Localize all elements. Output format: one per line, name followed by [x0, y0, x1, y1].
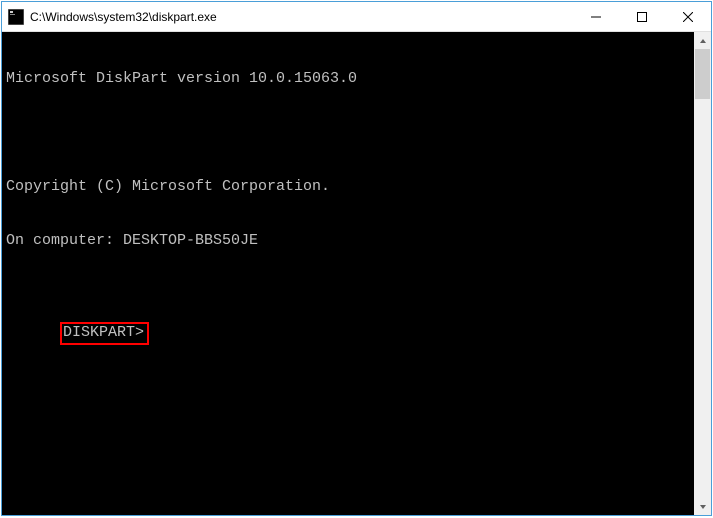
app-icon	[8, 9, 24, 25]
window-title: C:\Windows\system32\diskpart.exe	[30, 10, 573, 24]
console-line: Copyright (C) Microsoft Corporation.	[6, 178, 690, 196]
console-prompt: DISKPART>	[60, 322, 149, 345]
prompt-wrapper: DISKPART>	[60, 322, 162, 345]
console-line: On computer: DESKTOP-BBS50JE	[6, 232, 690, 250]
console-blank	[6, 286, 690, 304]
scroll-thumb[interactable]	[695, 49, 710, 99]
minimize-button[interactable]	[573, 2, 619, 32]
vertical-scrollbar[interactable]	[694, 32, 711, 515]
window-controls	[573, 2, 711, 31]
console-window: C:\Windows\system32\diskpart.exe Microso…	[1, 1, 712, 516]
client-area: Microsoft DiskPart version 10.0.15063.0 …	[2, 32, 711, 515]
titlebar[interactable]: C:\Windows\system32\diskpart.exe	[2, 2, 711, 32]
console-blank	[6, 124, 690, 142]
scroll-up-icon[interactable]	[694, 32, 711, 49]
scroll-down-icon[interactable]	[694, 498, 711, 515]
close-button[interactable]	[665, 2, 711, 32]
console-line: Microsoft DiskPart version 10.0.15063.0	[6, 70, 690, 88]
console-output[interactable]: Microsoft DiskPart version 10.0.15063.0 …	[2, 32, 694, 515]
maximize-button[interactable]	[619, 2, 665, 32]
